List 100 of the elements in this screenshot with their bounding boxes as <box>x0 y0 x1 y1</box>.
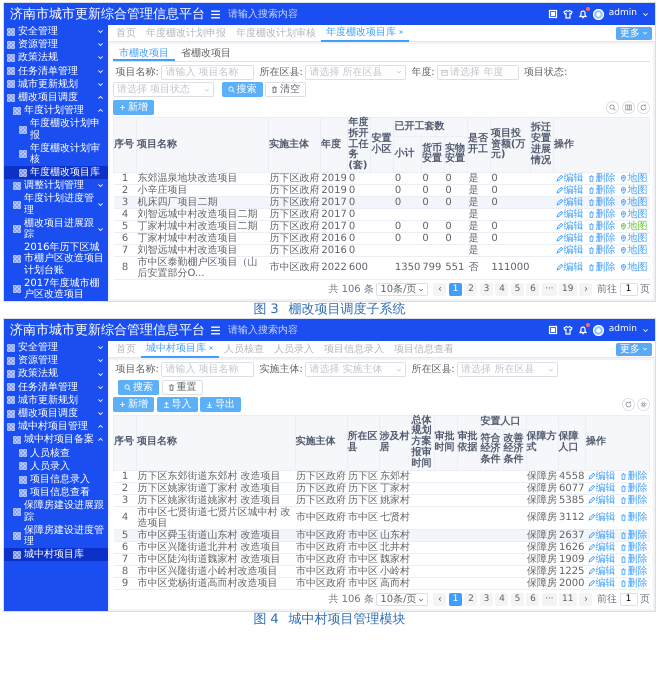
edit-link[interactable]: 编辑 <box>586 512 616 524</box>
sidebar-item[interactable]: 年度棚改计划申报 <box>4 117 108 142</box>
edit-link[interactable]: 编辑 <box>554 172 584 184</box>
input-field[interactable]: 请输入 项目名称 <box>161 64 254 80</box>
tab[interactable]: 年度棚改计划申报 <box>141 24 231 42</box>
search-field[interactable]: 请输入搜索内容 <box>226 6 336 22</box>
sidebar-item[interactable]: 资源管理 <box>4 354 108 368</box>
edit-link[interactable]: 编辑 <box>586 482 616 494</box>
avatar-icon[interactable] <box>592 324 604 336</box>
tab[interactable]: 首页 <box>111 340 141 358</box>
map-link[interactable]: 地图 <box>618 172 648 184</box>
shirt-icon[interactable] <box>562 325 573 336</box>
map-link[interactable]: 地图 <box>618 184 648 196</box>
bell-icon[interactable] <box>578 9 588 19</box>
sidebar-item[interactable]: 人员核查 <box>4 446 108 460</box>
user-name[interactable]: admin <box>608 323 637 337</box>
sidebar-item[interactable]: 城市更新规划 <box>4 394 108 408</box>
sidebar-item[interactable]: 保障房建设进展跟踪 <box>4 499 108 524</box>
sidebar-item[interactable]: 项目信息录入 <box>4 472 108 486</box>
edit-link[interactable]: 编辑 <box>554 262 584 274</box>
page-button[interactable]: 1 <box>448 283 462 296</box>
tab[interactable]: 年度棚改计划审核 <box>231 24 321 42</box>
map-link[interactable]: 地图 <box>618 208 648 220</box>
delete-link[interactable]: 删除 <box>618 554 648 565</box>
tab[interactable]: 城中村项目库 <box>141 340 219 358</box>
edit-link[interactable]: 编辑 <box>554 232 584 244</box>
page-size-select[interactable]: 10条/页 <box>376 283 428 296</box>
sidebar-item[interactable]: 保障房建设进度管理 <box>4 524 108 548</box>
sidebar-item[interactable]: 政策法规 <box>4 367 108 381</box>
more-button[interactable]: 更多 <box>616 26 652 40</box>
clear-button[interactable]: 重置 <box>162 380 202 395</box>
sidebar-item[interactable]: 项目信息查看 <box>4 486 108 500</box>
page-input[interactable]: 1 <box>620 283 638 296</box>
sidebar-item[interactable]: 资源管理 <box>4 38 108 52</box>
caret-icon[interactable] <box>642 326 649 334</box>
edit-link[interactable]: 编辑 <box>586 494 616 506</box>
sidebar-item[interactable]: 任务清单管理 <box>4 380 108 394</box>
delete-link[interactable]: 删除 <box>618 512 648 524</box>
delete-link[interactable]: 删除 <box>618 530 648 541</box>
delete-link[interactable]: 删除 <box>618 566 648 577</box>
tab[interactable]: 人员核查 <box>219 340 269 358</box>
sidebar-item[interactable]: 2017年度城市棚户区改造项目 <box>4 276 108 302</box>
edit-link[interactable]: 编辑 <box>586 566 616 577</box>
select-field[interactable]: 请选择 所在区县 <box>457 362 558 378</box>
sidebar-item[interactable]: 年度棚改项目库 <box>4 166 108 180</box>
import-button[interactable]: 导入 <box>156 397 198 412</box>
sidebar-item[interactable]: 人员录入 <box>4 460 108 473</box>
page-button[interactable]: ··· <box>542 593 557 606</box>
search-button[interactable]: 搜索 <box>222 82 262 97</box>
sidebar-item[interactable]: 年度棚改计划审核 <box>4 142 108 166</box>
delete-link[interactable]: 删除 <box>618 494 648 506</box>
sidebar-item[interactable]: 年度计划进度管理 <box>4 192 108 217</box>
edit-link[interactable]: 编辑 <box>554 208 584 220</box>
page-button[interactable]: 6 <box>526 283 540 296</box>
delete-link[interactable]: 删除 <box>618 470 648 482</box>
map-link[interactable]: 地图 <box>618 262 648 274</box>
page-button[interactable]: 2 <box>464 283 478 296</box>
delete-link[interactable]: 删除 <box>586 220 616 232</box>
refresh-button[interactable] <box>637 100 650 114</box>
input-field[interactable]: 请输入 项目名称 <box>161 362 254 378</box>
add-button[interactable]: 新增 <box>113 100 154 114</box>
map-link[interactable]: 地图 <box>618 220 648 232</box>
delete-link[interactable]: 删除 <box>618 482 648 494</box>
sidebar-item[interactable]: 政策法规 <box>4 51 108 65</box>
page-button[interactable]: 5 <box>510 283 524 296</box>
refresh-button[interactable] <box>622 398 634 412</box>
select-field[interactable]: 请选择 项目状态 <box>113 82 214 97</box>
tab[interactable]: 项目信息录入 <box>319 340 389 358</box>
sidebar-item[interactable]: 调整计划管理 <box>4 179 108 192</box>
edit-link[interactable]: 编辑 <box>586 470 616 482</box>
page-button[interactable]: 1 <box>448 593 462 606</box>
fullscreen-icon[interactable] <box>548 325 558 336</box>
sidebar-item[interactable]: 城中村项目库 <box>4 548 108 562</box>
tab[interactable]: 年度棚改项目库 <box>321 24 409 42</box>
select-field[interactable]: 请选择 所在区县 <box>305 64 406 80</box>
export-button[interactable]: 导出 <box>200 397 241 412</box>
page-button[interactable]: 19 <box>559 283 576 296</box>
shirt-icon[interactable] <box>562 9 573 19</box>
tab[interactable]: 项目信息查看 <box>389 340 459 358</box>
page-button[interactable]: 3 <box>480 283 493 296</box>
edit-link[interactable]: 编辑 <box>586 578 616 589</box>
page-size-select[interactable]: 10条/页 <box>376 593 428 606</box>
page-button[interactable]: 11 <box>559 593 576 606</box>
clear-button[interactable]: 清空 <box>265 82 306 97</box>
menu-icon[interactable] <box>210 324 221 336</box>
edit-link[interactable]: 编辑 <box>554 196 584 208</box>
select-field[interactable]: 请选择 实施主体 <box>305 362 406 378</box>
sidebar-item[interactable]: 城市更新规划 <box>4 78 108 91</box>
page-button[interactable]: 4 <box>495 283 508 296</box>
menu-icon[interactable] <box>210 8 221 20</box>
map-link[interactable]: 地图 <box>618 232 648 244</box>
sidebar-item[interactable]: 城中村项目备案 <box>4 433 108 447</box>
sidebar-item[interactable]: 棚改项目进展跟踪 <box>4 216 108 242</box>
sidebar-item[interactable]: 任务清单管理 <box>4 64 108 78</box>
caret-icon[interactable] <box>642 10 649 18</box>
edit-link[interactable]: 编辑 <box>586 542 616 553</box>
delete-link[interactable]: 删除 <box>586 172 616 184</box>
sidebar-item[interactable]: 安全管理 <box>4 25 108 38</box>
edit-link[interactable]: 编辑 <box>554 220 584 232</box>
page-button[interactable]: 5 <box>510 593 524 606</box>
